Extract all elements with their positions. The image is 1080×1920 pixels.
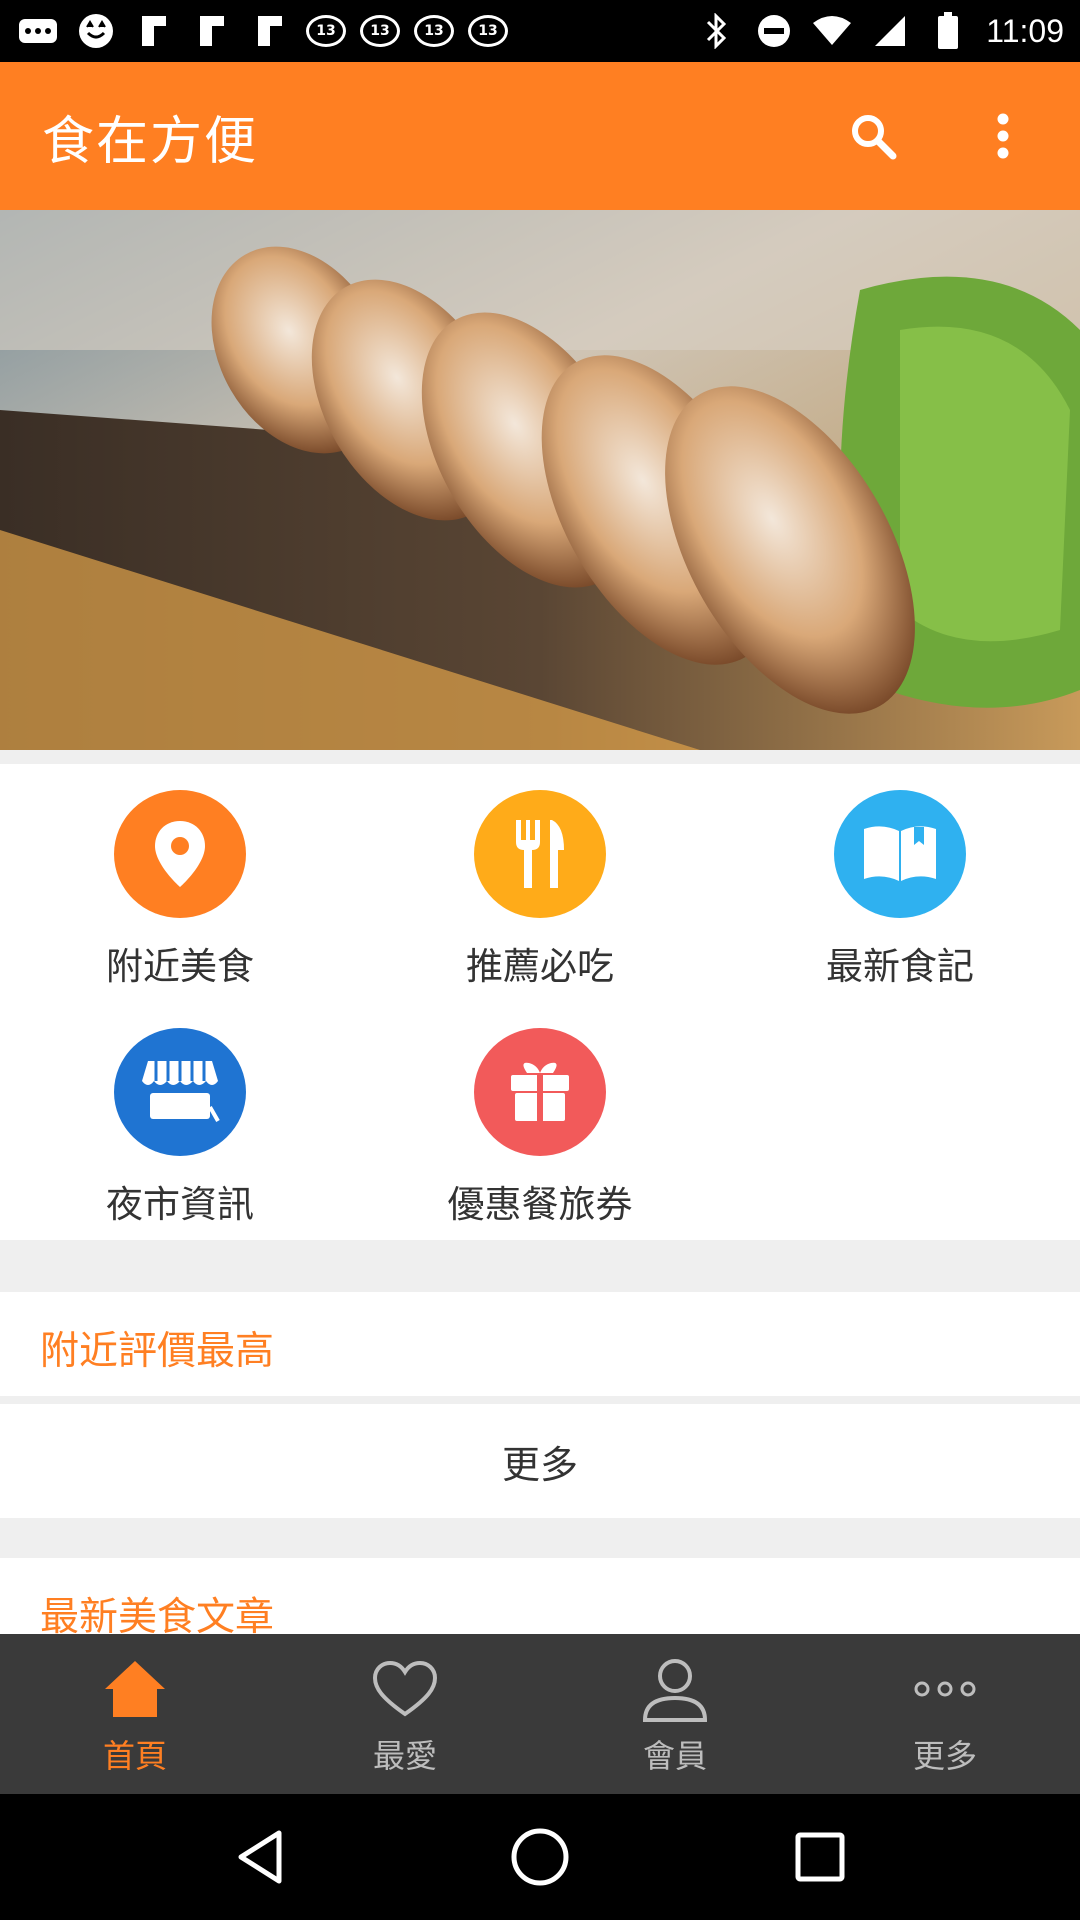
- search-icon[interactable]: [838, 101, 908, 171]
- heart-icon: [367, 1651, 443, 1727]
- more-button[interactable]: 更多: [0, 1404, 1080, 1518]
- hero-banner-image[interactable]: [0, 210, 1080, 750]
- section-title-articles: 最新美食文章: [40, 1595, 275, 1634]
- category-coupons[interactable]: 優惠餐旅券: [360, 1028, 720, 1228]
- more-horiz-icon: [16, 9, 60, 53]
- wifi-icon: [812, 11, 852, 51]
- nav-member[interactable]: 會員: [540, 1634, 810, 1794]
- category-grid: 附近美食 推薦必吃 最新食記 夜市資訊 優惠餐旅券: [0, 764, 1080, 1240]
- category-label: 附近美食: [106, 945, 254, 988]
- grilled-squid-photo: [0, 210, 1080, 750]
- abc13-label: 13: [478, 23, 498, 39]
- location-pin-icon: [114, 790, 246, 918]
- abc13-icon: 13: [306, 15, 346, 47]
- nav-favorites[interactable]: 最愛: [270, 1634, 540, 1794]
- divider: [0, 750, 1080, 764]
- flipboard-icon: [190, 9, 234, 53]
- category-label: 夜市資訊: [106, 1183, 254, 1226]
- signal-icon: [870, 11, 910, 51]
- cat-face-icon: [74, 9, 118, 53]
- divider: [0, 1396, 1080, 1404]
- nav-label: 更多: [912, 1737, 977, 1775]
- back-icon[interactable]: [220, 1817, 300, 1897]
- more-label: 更多: [501, 1442, 578, 1487]
- home-circle-icon[interactable]: [500, 1817, 580, 1897]
- system-navigation-bar: [0, 1794, 1080, 1920]
- flipboard-icon: [132, 9, 176, 53]
- category-label: 最新食記: [826, 945, 974, 988]
- abc13-icon: 13: [360, 15, 400, 47]
- recents-icon[interactable]: [780, 1817, 860, 1897]
- bluetooth-icon: [696, 11, 736, 51]
- top-rated-header: 附近評價最高: [0, 1292, 1080, 1396]
- do-not-disturb-icon: [754, 11, 794, 51]
- nav-label: 會員: [642, 1737, 707, 1775]
- category-recommended[interactable]: 推薦必吃: [360, 790, 720, 990]
- app-bar: 食在方便: [0, 62, 1080, 210]
- battery-icon: [928, 11, 968, 51]
- clock: 11:09: [986, 12, 1064, 49]
- divider: [0, 1518, 1080, 1558]
- divider: [0, 1240, 1080, 1292]
- abc13-label: 13: [424, 23, 444, 39]
- abc13-label: 13: [370, 23, 390, 39]
- category-label: 推薦必吃: [466, 945, 614, 988]
- category-label: 優惠餐旅券: [447, 1183, 633, 1226]
- nav-label: 首頁: [102, 1737, 167, 1775]
- book-icon: [834, 790, 966, 918]
- category-latest-reviews[interactable]: 最新食記: [720, 790, 1080, 990]
- nav-label: 最愛: [372, 1737, 437, 1775]
- person-icon: [637, 1651, 713, 1727]
- app-title: 食在方便: [42, 111, 259, 172]
- app-bar-actions: [838, 101, 1038, 171]
- articles-header: 最新美食文章: [0, 1558, 1080, 1634]
- notification-icons: 13 13 13 13: [16, 9, 508, 53]
- bottom-navigation: 首頁 最愛 會員 更多: [0, 1634, 1080, 1794]
- system-status-icons: 11:09: [696, 11, 1064, 51]
- category-nearby-food[interactable]: 附近美食: [0, 790, 360, 990]
- more-horiz-icon: [907, 1651, 983, 1727]
- abc13-label: 13: [316, 23, 336, 39]
- abc13-icon: 13: [468, 15, 508, 47]
- abc13-icon: 13: [414, 15, 454, 47]
- fork-knife-icon: [474, 790, 606, 918]
- section-title-top-rated: 附近評價最高: [40, 1329, 275, 1374]
- nav-home[interactable]: 首頁: [0, 1634, 270, 1794]
- home-icon: [97, 1651, 173, 1727]
- nav-more[interactable]: 更多: [810, 1634, 1080, 1794]
- market-stall-icon: [114, 1028, 246, 1156]
- more-vert-icon[interactable]: [968, 101, 1038, 171]
- flipboard-icon: [248, 9, 292, 53]
- gift-icon: [474, 1028, 606, 1156]
- status-bar: 13 13 13 13 11:09: [0, 0, 1080, 62]
- category-night-market[interactable]: 夜市資訊: [0, 1028, 360, 1228]
